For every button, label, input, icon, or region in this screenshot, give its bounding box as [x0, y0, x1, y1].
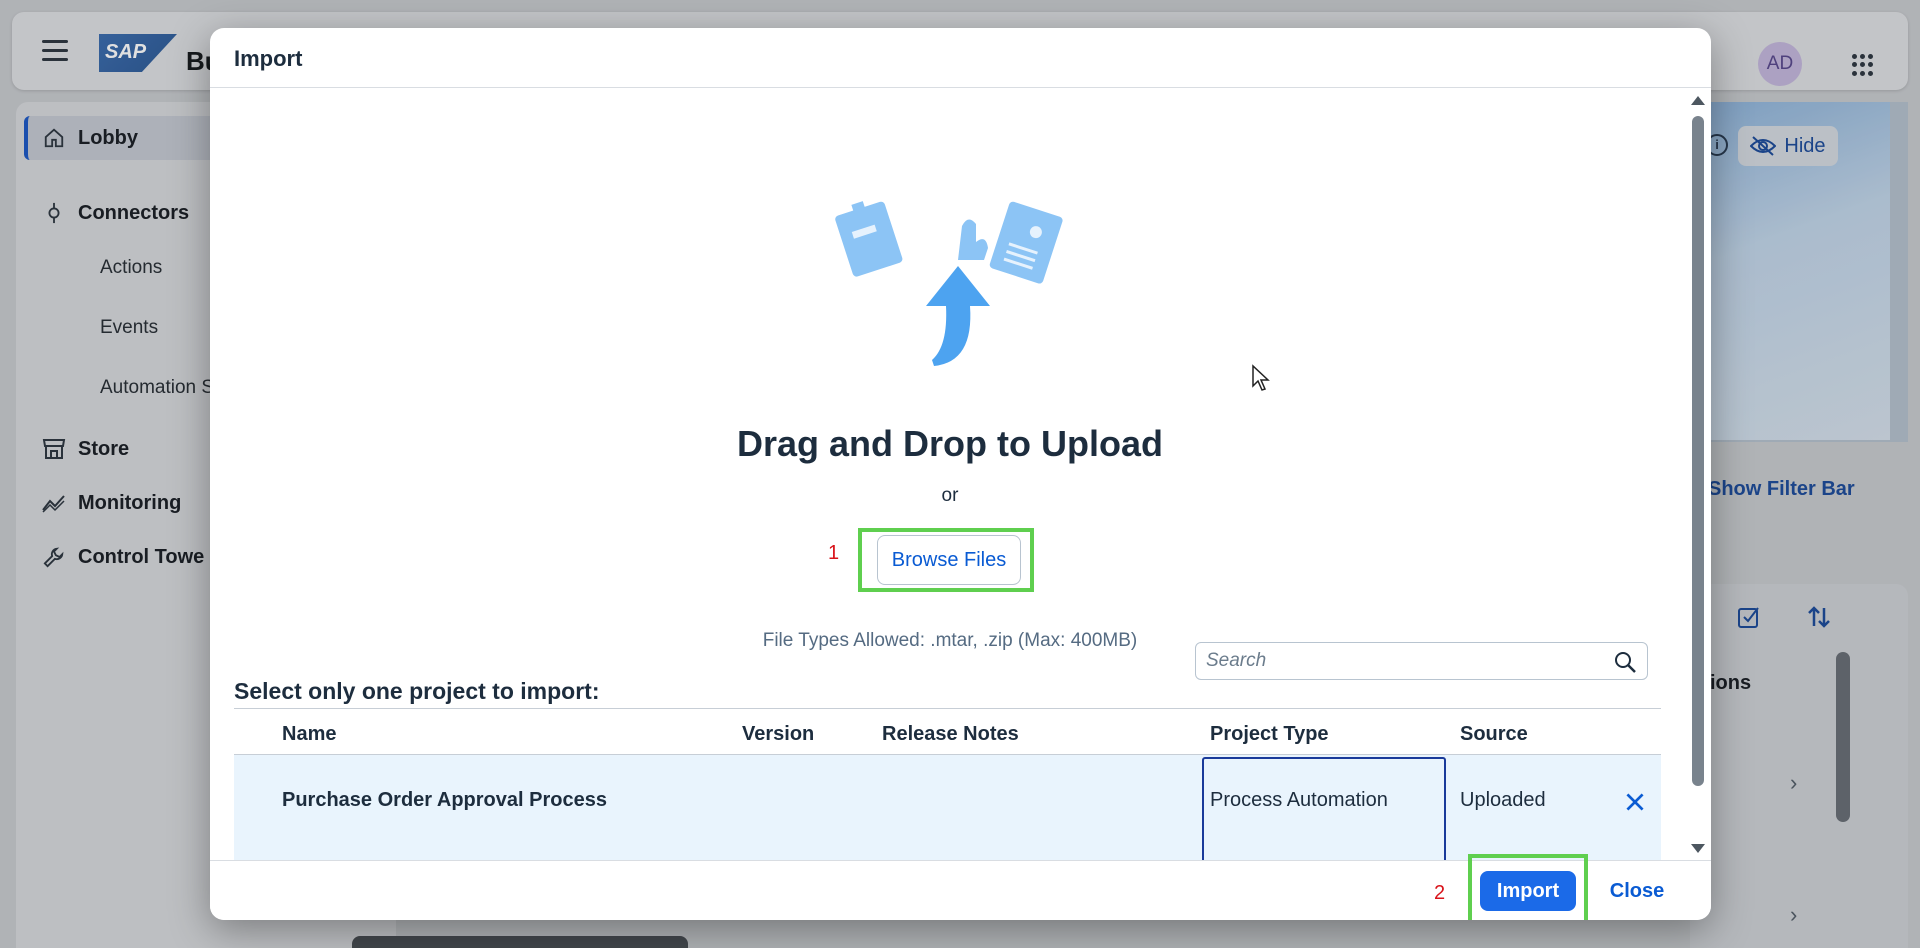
dialog-title: Import: [234, 46, 303, 71]
cell-source: Uploaded: [1460, 789, 1546, 811]
table-row[interactable]: Purchase Order Approval Process Process …: [234, 755, 1661, 865]
import-button[interactable]: Import: [1480, 871, 1576, 911]
column-header-source: Source: [1460, 723, 1528, 745]
column-header-project-type: Project Type: [1210, 723, 1329, 745]
scroll-down-icon[interactable]: [1691, 844, 1705, 853]
close-button[interactable]: Close: [1602, 871, 1672, 911]
remove-row-icon[interactable]: [1622, 789, 1648, 815]
cell-name: Purchase Order Approval Process: [282, 789, 607, 811]
search-icon[interactable]: [1613, 650, 1637, 674]
or-text: or: [941, 485, 959, 506]
column-header-version: Version: [742, 723, 815, 745]
column-header-name: Name: [282, 723, 337, 745]
step-annotation-1: 1: [828, 542, 840, 564]
dialog-header: Import: [210, 28, 1711, 88]
import-dialog: Import Drag and Drop to Upload or 1 Brow…: [210, 28, 1711, 920]
column-header-release-notes: Release Notes: [882, 723, 1019, 745]
scroll-up-icon[interactable]: [1691, 96, 1705, 105]
mouse-cursor-icon: [1252, 364, 1270, 391]
table-header: Name Version Release Notes Project Type …: [234, 708, 1661, 755]
upload-illustration: [835, 201, 1063, 366]
search-input[interactable]: [1206, 647, 1586, 675]
drag-drop-title: Drag and Drop to Upload: [737, 423, 1163, 464]
search-field[interactable]: [1195, 642, 1648, 680]
browse-files-button[interactable]: Browse Files: [877, 535, 1021, 585]
scrollbar-thumb[interactable]: [1692, 116, 1704, 786]
cell-project-type[interactable]: Process Automation: [1210, 789, 1388, 812]
select-project-label: Select only one project to import:: [234, 678, 600, 704]
step-annotation-2: 2: [1434, 882, 1446, 904]
